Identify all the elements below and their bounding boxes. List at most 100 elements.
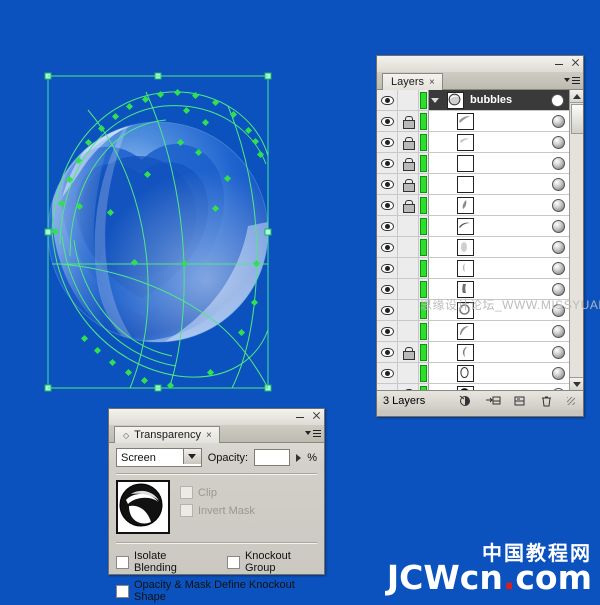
scroll-down-arrow[interactable] (570, 377, 583, 390)
lock-icon[interactable] (403, 389, 413, 392)
layer-thumbnail[interactable] (457, 134, 474, 151)
resize-grip[interactable] (567, 397, 575, 405)
layer-row[interactable] (377, 300, 583, 321)
eye-icon[interactable] (381, 138, 394, 147)
layer-thumbnail[interactable] (457, 302, 474, 319)
layer-row[interactable] (377, 132, 583, 153)
layer-thumbnail[interactable] (457, 155, 474, 172)
chevron-down-icon[interactable] (183, 449, 201, 464)
layer-thumbnail[interactable] (457, 386, 474, 392)
visibility-cell[interactable] (377, 300, 398, 320)
layer-row[interactable] (377, 216, 583, 237)
create-new-sublayer-icon[interactable] (486, 394, 499, 407)
lock-icon[interactable] (403, 200, 413, 211)
layers-list[interactable]: bubbles (377, 90, 583, 391)
eye-icon[interactable] (381, 243, 394, 252)
opacity-mask-define-checkbox[interactable] (116, 585, 129, 598)
knockout-group-checkbox-row[interactable]: Knockout Group (227, 550, 317, 574)
layer-row[interactable] (377, 111, 583, 132)
lock-cell[interactable] (398, 237, 419, 257)
lock-slot-empty[interactable] (403, 284, 413, 295)
opacity-mask-thumbnail[interactable] (116, 480, 170, 534)
target-indicator-icon[interactable] (552, 157, 565, 170)
layer-thumbnail[interactable] (457, 113, 474, 130)
eye-icon[interactable] (381, 159, 394, 168)
visibility-cell[interactable] (377, 342, 398, 362)
lock-cell[interactable] (398, 384, 419, 391)
tab-layers[interactable]: Layers × (382, 73, 443, 90)
lock-icon[interactable] (403, 116, 413, 127)
tab-transparency[interactable]: ◇ Transparency × (114, 426, 220, 443)
lock-cell[interactable] (398, 174, 419, 194)
layer-row[interactable] (377, 321, 583, 342)
eye-icon[interactable] (381, 180, 394, 189)
layer-row[interactable] (377, 153, 583, 174)
layer-row-group[interactable]: bubbles (377, 90, 583, 111)
layer-row[interactable] (377, 258, 583, 279)
opacity-input[interactable] (254, 449, 290, 466)
visibility-cell[interactable] (377, 90, 398, 110)
layer-thumbnail[interactable] (457, 176, 474, 193)
lock-cell[interactable] (398, 300, 419, 320)
layers-panel-menu-icon[interactable] (564, 75, 580, 86)
visibility-cell[interactable] (377, 174, 398, 194)
lock-cell[interactable] (398, 321, 419, 341)
lock-slot-empty[interactable] (403, 242, 413, 253)
eye-icon[interactable] (381, 117, 394, 126)
layers-panel[interactable]: Layers × bubbles (376, 55, 584, 417)
visibility-cell[interactable] (377, 195, 398, 215)
knockout-group-checkbox[interactable] (227, 556, 240, 569)
layer-thumbnail[interactable] (457, 281, 474, 298)
visibility-cell[interactable] (377, 321, 398, 341)
visibility-cell[interactable] (377, 363, 398, 383)
visibility-cell[interactable] (377, 279, 398, 299)
invert-mask-checkbox[interactable] (180, 504, 193, 517)
lock-icon[interactable] (403, 158, 413, 169)
lock-cell[interactable] (398, 342, 419, 362)
close-icon[interactable] (570, 58, 580, 68)
lock-cell[interactable] (398, 216, 419, 236)
lock-cell[interactable] (398, 279, 419, 299)
eye-icon[interactable] (381, 369, 394, 378)
lock-cell[interactable] (398, 258, 419, 278)
lock-slot-empty[interactable] (403, 326, 413, 337)
target-indicator-icon[interactable] (552, 115, 565, 128)
close-icon[interactable] (311, 411, 321, 421)
visibility-cell[interactable] (377, 153, 398, 173)
lock-cell[interactable] (398, 363, 419, 383)
layer-row[interactable] (377, 384, 583, 391)
eye-icon[interactable] (381, 264, 394, 273)
layer-thumbnail[interactable] (457, 365, 474, 382)
transparency-tab-row[interactable]: ◇ Transparency × (109, 425, 324, 443)
layer-row[interactable] (377, 237, 583, 258)
layer-thumbnail[interactable] (457, 323, 474, 340)
target-indicator-icon[interactable] (552, 346, 565, 359)
layer-thumbnail[interactable] (457, 197, 474, 214)
minimize-icon[interactable] (554, 58, 564, 68)
visibility-cell[interactable] (377, 237, 398, 257)
layer-thumbnail[interactable] (457, 218, 474, 235)
layer-thumbnail[interactable] (457, 344, 474, 361)
tab-transparency-close-icon[interactable]: × (206, 430, 212, 441)
layers-scrollbar[interactable] (569, 90, 583, 390)
layer-row[interactable] (377, 174, 583, 195)
lock-icon[interactable] (403, 347, 413, 358)
delete-selection-icon[interactable] (540, 394, 553, 407)
lock-slot-empty[interactable] (403, 263, 413, 274)
visibility-cell[interactable] (377, 132, 398, 152)
layer-thumbnail[interactable] (447, 92, 464, 109)
scroll-up-arrow[interactable] (570, 90, 583, 103)
target-indicator-icon[interactable] (552, 283, 565, 296)
target-indicator-icon[interactable] (552, 262, 565, 275)
lock-slot-empty[interactable] (403, 305, 413, 316)
transparency-panel-menu-icon[interactable] (305, 428, 321, 439)
transparency-panel[interactable]: ◇ Transparency × Screen Opacity: % (108, 408, 325, 575)
target-indicator-icon[interactable] (552, 388, 565, 392)
visibility-cell[interactable] (377, 384, 398, 391)
visibility-cell[interactable] (377, 111, 398, 131)
eye-icon[interactable] (381, 348, 394, 357)
layer-row[interactable] (377, 342, 583, 363)
eye-icon[interactable] (381, 306, 394, 315)
create-new-layer-icon[interactable] (513, 394, 526, 407)
target-indicator-icon[interactable] (552, 367, 565, 380)
